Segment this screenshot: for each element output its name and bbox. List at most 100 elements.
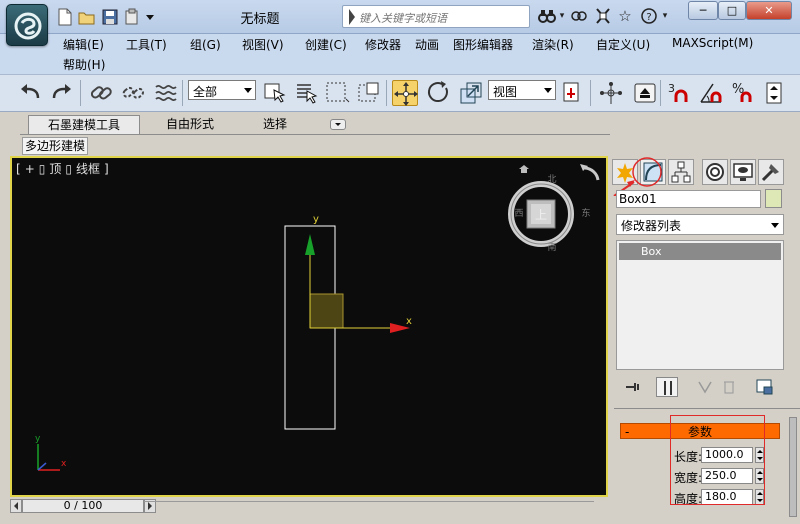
rotate-icon[interactable] xyxy=(426,80,452,106)
compass-north: 北 xyxy=(547,174,556,185)
polygon-modeling-tab[interactable]: 多边形建模 xyxy=(22,137,88,155)
search-box[interactable]: 键入关键字或短语 xyxy=(342,5,530,28)
stack-item-box[interactable]: Box xyxy=(619,243,781,260)
gizmo-y-label: y xyxy=(313,214,319,225)
object-name-field[interactable]: Box01 xyxy=(616,190,761,208)
tab-freeform[interactable]: 自由形式 xyxy=(150,115,230,134)
title-bar: 无标题 键入关键字或短语 ▾ ☆ ? ▾ ─ □ ✕ xyxy=(0,0,800,34)
maximize-button[interactable]: □ xyxy=(718,1,746,20)
remove-modifier-icon[interactable] xyxy=(718,377,740,397)
spinner-snap-icon[interactable] xyxy=(762,80,788,106)
undo-icon[interactable] xyxy=(18,80,44,106)
menu-edit[interactable]: 编辑(E) xyxy=(63,36,104,53)
search-pointer-icon xyxy=(349,9,355,25)
parameters-rollout: - 参数 长度: 1000.0 宽度: 250.0 高度: 180.0 xyxy=(614,408,800,524)
utilities-tab-icon[interactable] xyxy=(758,159,784,185)
corner-axis-z xyxy=(37,462,47,471)
modifier-list-dropdown[interactable]: 修改器列表 xyxy=(616,214,784,235)
svg-text:?: ? xyxy=(646,12,651,23)
reference-coord-dropdown[interactable]: 视图 xyxy=(488,80,556,100)
move-icon[interactable] xyxy=(392,80,418,106)
timeline: 0 / 100 xyxy=(0,497,612,524)
star-icon[interactable]: ☆ xyxy=(616,6,634,26)
menu-graph-editors[interactable]: 图形编辑器 xyxy=(453,36,513,53)
menu-bar: 编辑(E) 工具(T) 组(G) 视图(V) 创建(C) 修改器 动画 图形编辑… xyxy=(0,34,800,74)
ribbon-options-button[interactable] xyxy=(330,119,346,130)
gizmo-plane-handle xyxy=(309,293,344,329)
rotate-view-icon xyxy=(584,166,600,181)
toolbar-separator xyxy=(80,80,81,106)
corner-x-label: x xyxy=(61,459,67,469)
use-pivot-icon[interactable] xyxy=(560,80,586,106)
chevron-down-icon xyxy=(771,223,779,228)
compass-south: 南 xyxy=(547,241,556,253)
menu-views[interactable]: 视图(V) xyxy=(242,36,284,53)
command-panel: Box01 修改器列表 Box - 参数 长度: 1000.0 宽度: 250.… xyxy=(612,156,800,524)
angle-snap-icon[interactable] xyxy=(698,80,724,106)
hierarchy-tab-icon[interactable] xyxy=(668,159,694,185)
unlink-icon[interactable] xyxy=(120,80,146,106)
compass-east: 东 xyxy=(581,207,590,219)
viewcube-face-label: 上 xyxy=(535,208,547,222)
close-button[interactable]: ✕ xyxy=(746,1,792,20)
menu-animation[interactable]: 动画 xyxy=(415,36,439,53)
minimize-button[interactable]: ─ xyxy=(688,1,718,20)
menu-modifiers[interactable]: 修改器 xyxy=(365,36,401,53)
viewcube[interactable]: 上 北 南 东 西 xyxy=(508,174,591,253)
toolbar-separator xyxy=(590,80,591,106)
pin-stack-icon[interactable] xyxy=(622,377,644,397)
link-icon[interactable] xyxy=(88,80,114,106)
percent-snap-icon[interactable]: % xyxy=(730,80,756,106)
gizmo-y-arrow xyxy=(305,234,315,255)
motion-tab-icon[interactable] xyxy=(702,159,728,185)
configure-modifier-sets-icon[interactable] xyxy=(754,377,776,397)
compass-west: 西 xyxy=(514,208,523,219)
make-unique-icon[interactable] xyxy=(694,377,716,397)
communication-icon[interactable] xyxy=(570,6,588,26)
select-by-name-icon[interactable] xyxy=(294,80,320,106)
show-end-result-icon[interactable] xyxy=(656,377,678,397)
binoculars-icon[interactable] xyxy=(538,6,556,26)
window-crossing-icon[interactable] xyxy=(356,80,382,106)
menu-maxscript[interactable]: MAXScript(M) xyxy=(672,36,753,50)
timeline-ruler[interactable] xyxy=(144,501,594,513)
tab-selection[interactable]: 选择 xyxy=(245,115,305,134)
time-slider[interactable]: 0 / 100 xyxy=(22,499,144,513)
display-tab-icon[interactable] xyxy=(730,159,756,185)
menu-customize[interactable]: 自定义(U) xyxy=(596,36,650,53)
snaps-toggle-icon[interactable]: 3 xyxy=(666,80,692,106)
stack-toolbar xyxy=(612,374,800,400)
select-object-icon[interactable] xyxy=(262,80,288,106)
prev-frame-icon[interactable] xyxy=(10,499,22,513)
help-dropdown-icon[interactable]: ▾ xyxy=(660,6,670,26)
keyboard-shortcut-icon[interactable] xyxy=(632,80,658,106)
exchange-icon[interactable] xyxy=(594,6,612,26)
search-input[interactable]: 键入关键字或短语 xyxy=(359,10,447,26)
bind-spacewarp-icon[interactable] xyxy=(153,80,179,106)
transform-gizmo-icon[interactable] xyxy=(598,80,624,106)
help-icon[interactable]: ? xyxy=(640,6,658,26)
main-toolbar: 3 % xyxy=(0,74,800,112)
redo-icon[interactable] xyxy=(48,80,74,106)
top-viewport[interactable]: [+ ▯ 顶 ▯ 线框] y x y x 上 北 南 东 西 xyxy=(10,156,608,497)
scale-icon[interactable] xyxy=(458,80,484,106)
chevron-down-icon xyxy=(244,88,252,93)
annotation-highlight-box xyxy=(670,415,765,505)
modifier-list-label: 修改器列表 xyxy=(621,219,682,233)
menu-help[interactable]: 帮助(H) xyxy=(63,56,105,73)
menu-create[interactable]: 创建(C) xyxy=(305,36,347,53)
object-color-swatch[interactable] xyxy=(765,189,782,208)
chevron-down-icon[interactable]: ▾ xyxy=(557,6,567,26)
menu-tools[interactable]: 工具(T) xyxy=(126,36,167,53)
menu-rendering[interactable]: 渲染(R) xyxy=(532,36,574,53)
ribbon: 石墨建模工具 自由形式 选择 多边形建模 xyxy=(0,112,800,156)
panel-scrollbar[interactable] xyxy=(789,417,797,517)
gizmo-x-label: x xyxy=(406,316,412,327)
app-logo[interactable] xyxy=(6,4,48,46)
tab-graphite-modeling[interactable]: 石墨建模工具 xyxy=(28,115,140,134)
modifier-stack[interactable]: Box xyxy=(616,240,784,370)
rectangular-selection-icon[interactable] xyxy=(324,80,350,106)
snap-3-label: 3 xyxy=(668,82,675,95)
menu-group[interactable]: 组(G) xyxy=(190,36,221,53)
selection-filter-dropdown[interactable]: 全部 xyxy=(188,80,256,100)
